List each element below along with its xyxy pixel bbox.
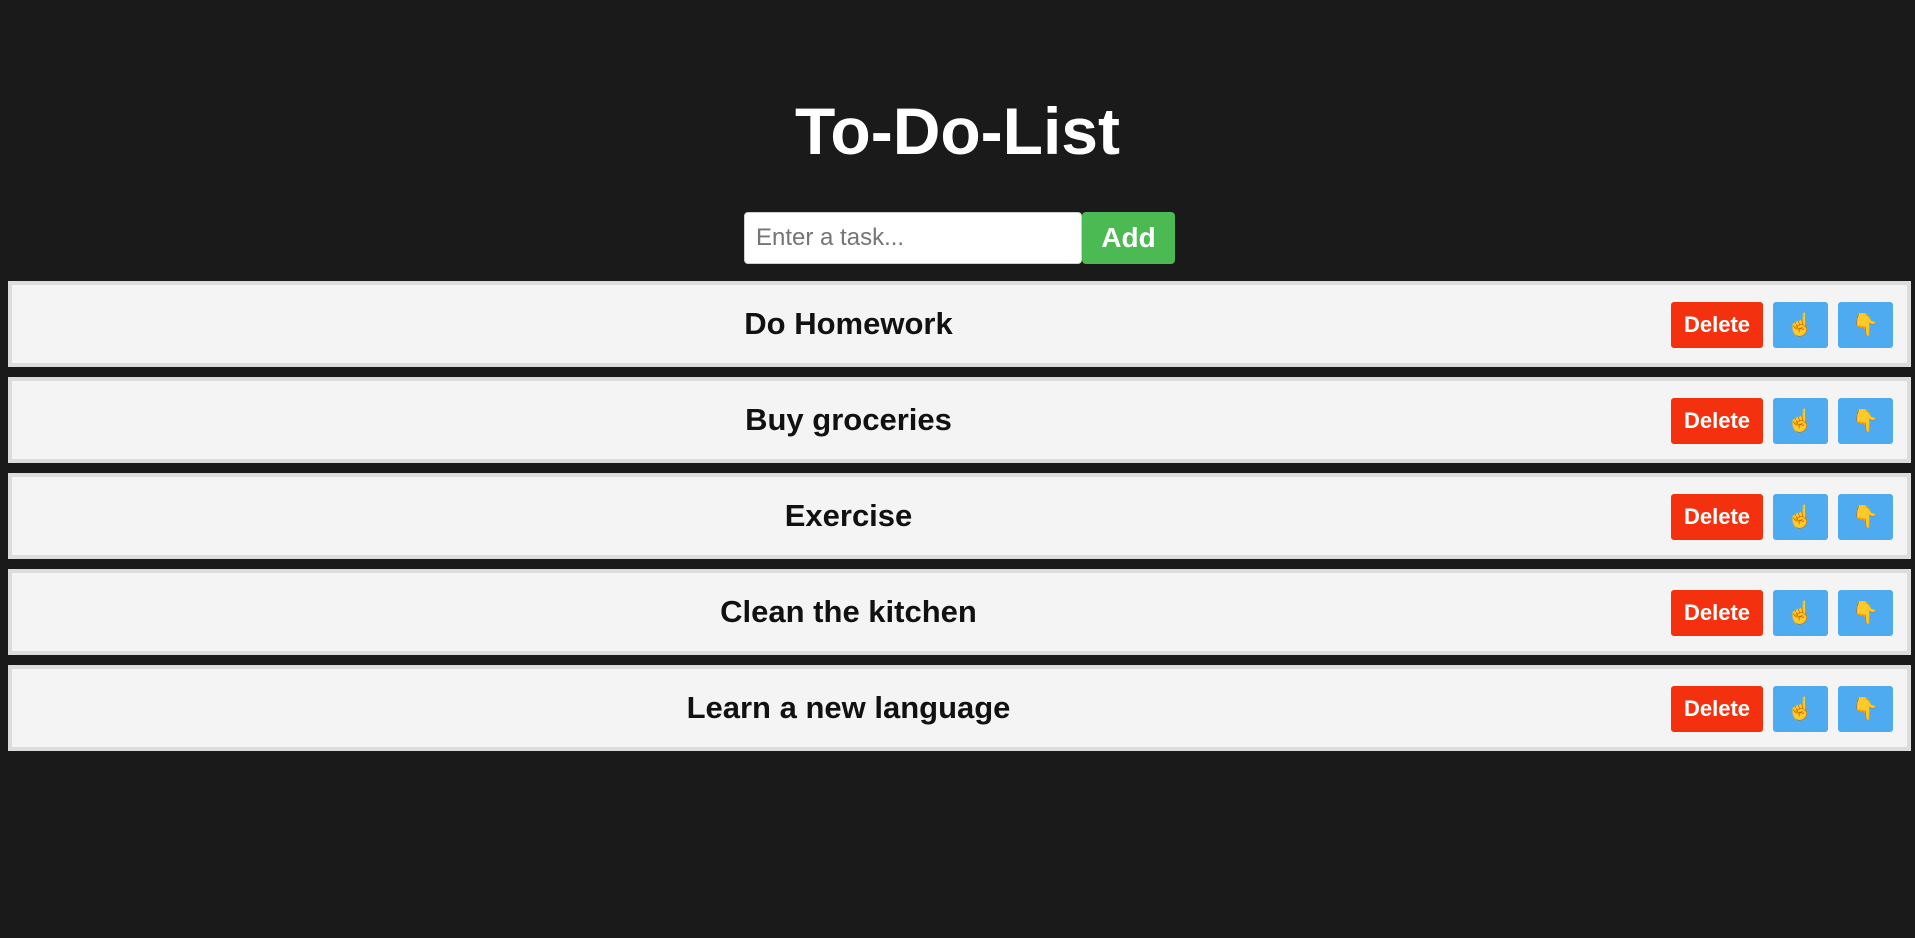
task-actions: Delete ☝ 👇 <box>1671 686 1893 732</box>
pointing-up-icon: ☝ <box>1786 696 1815 721</box>
move-up-button[interactable]: ☝ <box>1773 686 1828 732</box>
move-up-button[interactable]: ☝ <box>1773 302 1828 348</box>
task-text: Do Homework <box>744 306 953 341</box>
pointing-up-icon: ☝ <box>1786 504 1815 529</box>
task-input[interactable] <box>744 212 1082 264</box>
task-actions: Delete ☝ 👇 <box>1671 590 1893 636</box>
move-down-button[interactable]: 👇 <box>1838 590 1893 636</box>
todo-app: To-Do-List Add Do Homework Delete ☝ 👇 Bu… <box>0 0 1915 938</box>
delete-button[interactable]: Delete <box>1671 398 1763 444</box>
pointing-down-icon: 👇 <box>1851 504 1880 529</box>
pointing-up-icon: ☝ <box>1786 312 1815 337</box>
page-title: To-Do-List <box>794 94 1120 168</box>
add-button[interactable]: Add <box>1082 212 1175 264</box>
task-actions: Delete ☝ 👇 <box>1671 398 1893 444</box>
delete-button[interactable]: Delete <box>1671 590 1763 636</box>
delete-button[interactable]: Delete <box>1671 302 1763 348</box>
task-actions: Delete ☝ 👇 <box>1671 494 1893 540</box>
delete-button[interactable]: Delete <box>1671 686 1763 732</box>
move-down-button[interactable]: 👇 <box>1838 494 1893 540</box>
task-item: Buy groceries Delete ☝ 👇 <box>8 377 1911 463</box>
task-item: Clean the kitchen Delete ☝ 👇 <box>8 569 1911 655</box>
move-up-button[interactable]: ☝ <box>1773 494 1828 540</box>
move-up-button[interactable]: ☝ <box>1773 398 1828 444</box>
pointing-down-icon: 👇 <box>1851 696 1880 721</box>
move-down-button[interactable]: 👇 <box>1838 302 1893 348</box>
task-text: Exercise <box>784 498 913 533</box>
delete-button[interactable]: Delete <box>1671 494 1763 540</box>
task-text: Learn a new language <box>686 690 1011 725</box>
pointing-up-icon: ☝ <box>1786 600 1815 625</box>
task-actions: Delete ☝ 👇 <box>1671 302 1893 348</box>
task-text: Clean the kitchen <box>720 594 977 629</box>
move-down-button[interactable]: 👇 <box>1838 398 1893 444</box>
pointing-down-icon: 👇 <box>1851 312 1880 337</box>
move-up-button[interactable]: ☝ <box>1773 590 1828 636</box>
pointing-up-icon: ☝ <box>1786 408 1815 433</box>
task-item: Learn a new language Delete ☝ 👇 <box>8 665 1911 751</box>
pointing-down-icon: 👇 <box>1851 600 1880 625</box>
task-list: Do Homework Delete ☝ 👇 Buy groceries Del… <box>8 281 1911 761</box>
task-item: Do Homework Delete ☝ 👇 <box>8 281 1911 367</box>
task-item: Exercise Delete ☝ 👇 <box>8 473 1911 559</box>
task-text: Buy groceries <box>745 402 952 437</box>
move-down-button[interactable]: 👇 <box>1838 686 1893 732</box>
pointing-down-icon: 👇 <box>1851 408 1880 433</box>
add-task-form: Add <box>744 212 1175 264</box>
